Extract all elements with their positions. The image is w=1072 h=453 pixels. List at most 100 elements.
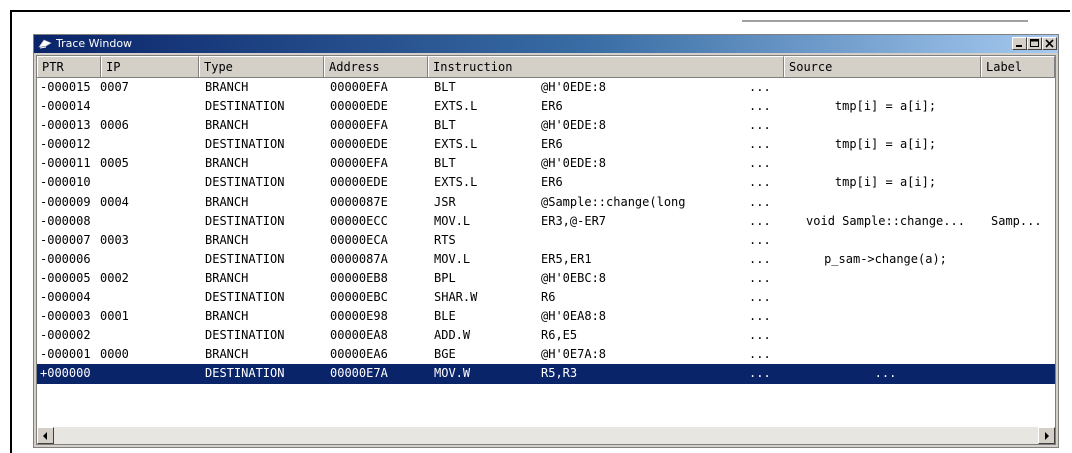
scroll-right-button[interactable] — [1038, 427, 1055, 444]
column-header-ptr[interactable]: PTR — [37, 56, 101, 77]
instruction-ellipsis: ... — [749, 251, 771, 266]
ptr-cell: -000013 — [40, 118, 91, 133]
trace-list[interactable]: PTR IP Type Address Instruction Source L… — [36, 55, 1056, 445]
instruction-operands-cell: ER5,ER1 — [541, 251, 592, 266]
instruction-ellipsis: ... — [749, 156, 771, 171]
instruction-ellipsis: ... — [749, 118, 771, 133]
instruction-mnemonic-cell: BLE — [434, 309, 456, 324]
table-row[interactable]: -000013 0006 BRANCH 00000EFA BLT @H'0EDE:8... — [37, 116, 1055, 135]
minimize-button[interactable] — [1012, 37, 1027, 50]
type-cell: DESTINATION — [205, 251, 285, 266]
ip-cell: 0000 — [100, 347, 129, 362]
table-row[interactable]: -000014 DESTINATION 00000EDE EXTS.L ER6... tm… — [37, 97, 1055, 116]
address-cell: 00000EB8 — [330, 270, 388, 285]
instruction-mnemonic-cell: SHAR.W — [434, 290, 478, 305]
instruction-operands-cell: R6 — [541, 290, 556, 305]
instruction-ellipsis: ... — [749, 347, 771, 362]
instruction-mnemonic-cell: BGE — [434, 347, 456, 362]
address-cell: 00000EFA — [330, 118, 388, 133]
instruction-ellipsis: ... — [749, 213, 771, 228]
ip-cell: 0005 — [100, 156, 129, 171]
source-cell: p_sam->change(a); — [824, 251, 947, 266]
column-header-source[interactable]: Source — [784, 56, 981, 77]
table-row[interactable]: -000007 0003 BRANCH 00000ECA RTS... — [37, 231, 1055, 250]
ptr-cell: -000006 — [40, 251, 91, 266]
table-row[interactable]: -000011 0005 BRANCH 00000EFA BLT @H'0EDE:8... — [37, 154, 1055, 173]
address-cell: 00000EFA — [330, 80, 388, 94]
address-cell: 00000ECC — [330, 213, 388, 228]
address-cell: 00000EFA — [330, 156, 388, 171]
ip-cell: 0002 — [100, 270, 129, 285]
ptr-cell: -000005 — [40, 270, 91, 285]
type-cell: BRANCH — [205, 232, 249, 247]
ip-cell: 0007 — [100, 80, 129, 94]
ptr-cell: -000009 — [40, 194, 91, 209]
ptr-cell: +000000 — [40, 366, 91, 381]
instruction-mnemonic-cell: MOV.W — [434, 366, 471, 381]
ptr-cell: -000002 — [40, 328, 91, 343]
column-header-row: PTR IP Type Address Instruction Source L… — [37, 56, 1055, 78]
table-row[interactable]: -000008 DESTINATION 00000ECC MOV.L ER3,@-ER7… — [37, 212, 1055, 231]
instruction-operands-cell: R6,E5 — [541, 328, 578, 343]
table-row[interactable]: -000003 0001 BRANCH 00000E98 BLE @H'0EA8:8... — [37, 307, 1055, 326]
type-cell: BRANCH — [205, 347, 249, 362]
instruction-operands-cell: ER6 — [541, 175, 563, 190]
background-divider — [742, 20, 1028, 22]
instruction-operands-cell: @H'0EA8:8 — [541, 309, 607, 324]
column-header-type[interactable]: Type — [199, 56, 324, 77]
address-cell: 00000ECA — [330, 232, 388, 247]
instruction-mnemonic-cell: ADD.W — [434, 328, 471, 343]
source-cell: tmp[i] = a[i]; — [834, 99, 937, 114]
instruction-mnemonic-cell: BPL — [434, 270, 456, 285]
maximize-button[interactable] — [1027, 37, 1042, 50]
instruction-operands-cell: ER6 — [541, 137, 563, 152]
column-header-label[interactable]: Label — [981, 56, 1055, 77]
horizontal-scrollbar[interactable] — [37, 427, 1055, 444]
scroll-left-button[interactable] — [37, 427, 54, 444]
arrow-left-icon — [43, 432, 47, 440]
ip-cell: 0003 — [100, 232, 129, 247]
instruction-ellipsis: ... — [749, 366, 771, 381]
instruction-ellipsis: ... — [749, 194, 771, 209]
ptr-cell: -000015 — [40, 80, 91, 94]
ptr-cell: -000010 — [40, 175, 91, 190]
table-row-selected[interactable]: +000000 DESTINATION 00000E7A MOV.W R5,R3....… — [37, 364, 1055, 384]
type-cell: DESTINATION — [205, 328, 285, 343]
table-row[interactable]: -000004 DESTINATION 00000EBC SHAR.W R6... — [37, 288, 1055, 307]
instruction-mnemonic-cell: MOV.L — [434, 251, 471, 266]
source-cell: tmp[i] = a[i]; — [834, 137, 937, 152]
type-cell: BRANCH — [205, 80, 249, 94]
title-bar[interactable]: Trace Window — [34, 35, 1058, 53]
table-row[interactable]: -000009 0004 BRANCH 0000087E JSR @Sample::cha… — [37, 193, 1055, 212]
instruction-operands-cell: @H'0EDE:8 — [541, 156, 607, 171]
address-cell: 00000EDE — [330, 175, 388, 190]
column-header-address[interactable]: Address — [324, 56, 428, 77]
type-cell: BRANCH — [205, 309, 249, 324]
table-row[interactable]: -000012 DESTINATION 00000EDE EXTS.L ER6... tm… — [37, 135, 1055, 154]
ip-cell: 0004 — [100, 194, 129, 209]
instruction-mnemonic-cell: BLT — [434, 80, 456, 94]
table-row[interactable]: -000005 0002 BRANCH 00000EB8 BPL @H'0EBC:8... — [37, 269, 1055, 288]
type-cell: BRANCH — [205, 194, 249, 209]
minimize-icon — [1016, 45, 1022, 47]
type-cell: DESTINATION — [205, 366, 285, 381]
column-header-ip[interactable]: IP — [101, 56, 199, 77]
ptr-cell: -000007 — [40, 232, 91, 247]
type-cell: DESTINATION — [205, 99, 285, 114]
ptr-cell: -000014 — [40, 99, 91, 114]
instruction-operands-cell: @H'0E7A:8 — [541, 347, 607, 362]
table-row[interactable]: -000002 DESTINATION 00000EA8 ADD.W R6,E5... — [37, 326, 1055, 345]
close-button[interactable] — [1042, 37, 1057, 50]
instruction-ellipsis: ... — [749, 80, 771, 94]
table-row[interactable]: -000015 0007 BRANCH 00000EFA BLT @H'0EDE:8... — [37, 78, 1055, 97]
table-row[interactable]: -000001 0000 BRANCH 00000EA6 BGE @H'0E7A:8... — [37, 345, 1055, 364]
instruction-operands-cell: ER6 — [541, 99, 563, 114]
type-cell: DESTINATION — [205, 213, 285, 228]
instruction-ellipsis: ... — [749, 309, 771, 324]
table-row[interactable]: -000006 DESTINATION 0000087A MOV.L ER5,ER1..… — [37, 250, 1055, 269]
column-header-instruction[interactable]: Instruction — [428, 56, 784, 77]
type-cell: BRANCH — [205, 270, 249, 285]
table-row[interactable]: -000010 DESTINATION 00000EDE EXTS.L ER6... tm… — [37, 173, 1055, 192]
window-title: Trace Window — [56, 37, 133, 50]
instruction-ellipsis: ... — [749, 290, 771, 305]
